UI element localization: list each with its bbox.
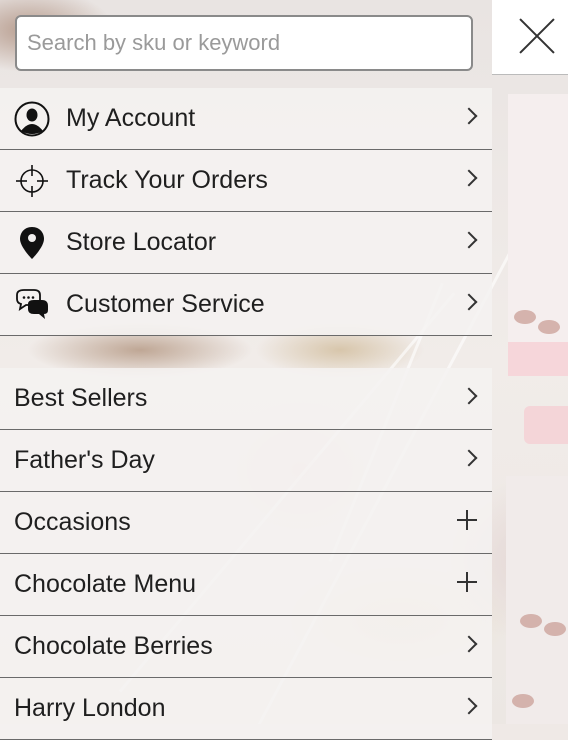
- chat-bubbles-icon: [16, 289, 48, 319]
- chevron-right-icon: [460, 449, 478, 467]
- menu-item-label: Best Sellers: [14, 384, 148, 412]
- menu-item-label: Chocolate Menu: [14, 570, 197, 598]
- menu-item-fathers-day[interactable]: Father's Day: [0, 430, 492, 492]
- plus-expand-icon[interactable]: [457, 572, 477, 592]
- search-input[interactable]: [15, 15, 473, 71]
- menu-item-label: Harry London: [14, 694, 166, 722]
- menu-item-label: Father's Day: [14, 446, 155, 474]
- menu-item-track-orders[interactable]: Track Your Orders: [0, 150, 492, 212]
- chevron-right-icon: [460, 107, 478, 125]
- background-page-peek: [492, 74, 568, 724]
- menu-item-label: Store Locator: [66, 228, 217, 256]
- chevron-right-icon: [460, 169, 478, 187]
- crosshair-icon: [16, 165, 48, 197]
- menu-item-customer-service[interactable]: Customer Service: [0, 274, 492, 336]
- chevron-right-icon: [460, 697, 478, 715]
- close-icon[interactable]: [518, 17, 556, 55]
- menu-item-chocolate-menu[interactable]: Chocolate Menu: [0, 554, 492, 616]
- menu-item-label: Customer Service: [66, 290, 265, 318]
- chevron-right-icon: [460, 293, 478, 311]
- menu-item-store-locator[interactable]: Store Locator: [0, 212, 492, 274]
- chevron-right-icon: [460, 635, 478, 653]
- search-bar: [0, 0, 492, 88]
- menu-item-label: My Account: [66, 104, 196, 132]
- menu-item-label: Chocolate Berries: [14, 632, 213, 660]
- menu-item-harry-london[interactable]: Harry London: [0, 678, 492, 740]
- menu-item-chocolate-berries[interactable]: Chocolate Berries: [0, 616, 492, 678]
- location-pin-icon: [20, 227, 44, 259]
- chevron-right-icon: [460, 231, 478, 249]
- menu-item-best-sellers[interactable]: Best Sellers: [0, 368, 492, 430]
- menu-item-label: Occasions: [14, 508, 131, 536]
- user-icon: [14, 101, 50, 137]
- close-menu-area[interactable]: [492, 0, 568, 75]
- category-menu: Best Sellers Father's Day Occasions Choc…: [0, 368, 492, 740]
- menu-item-occasions[interactable]: Occasions: [0, 492, 492, 554]
- chevron-right-icon: [460, 387, 478, 405]
- menu-item-label: Track Your Orders: [66, 166, 268, 194]
- plus-expand-icon[interactable]: [457, 510, 477, 530]
- account-menu: My Account Track Your Orders Store Locat…: [0, 88, 492, 336]
- menu-item-my-account[interactable]: My Account: [0, 88, 492, 150]
